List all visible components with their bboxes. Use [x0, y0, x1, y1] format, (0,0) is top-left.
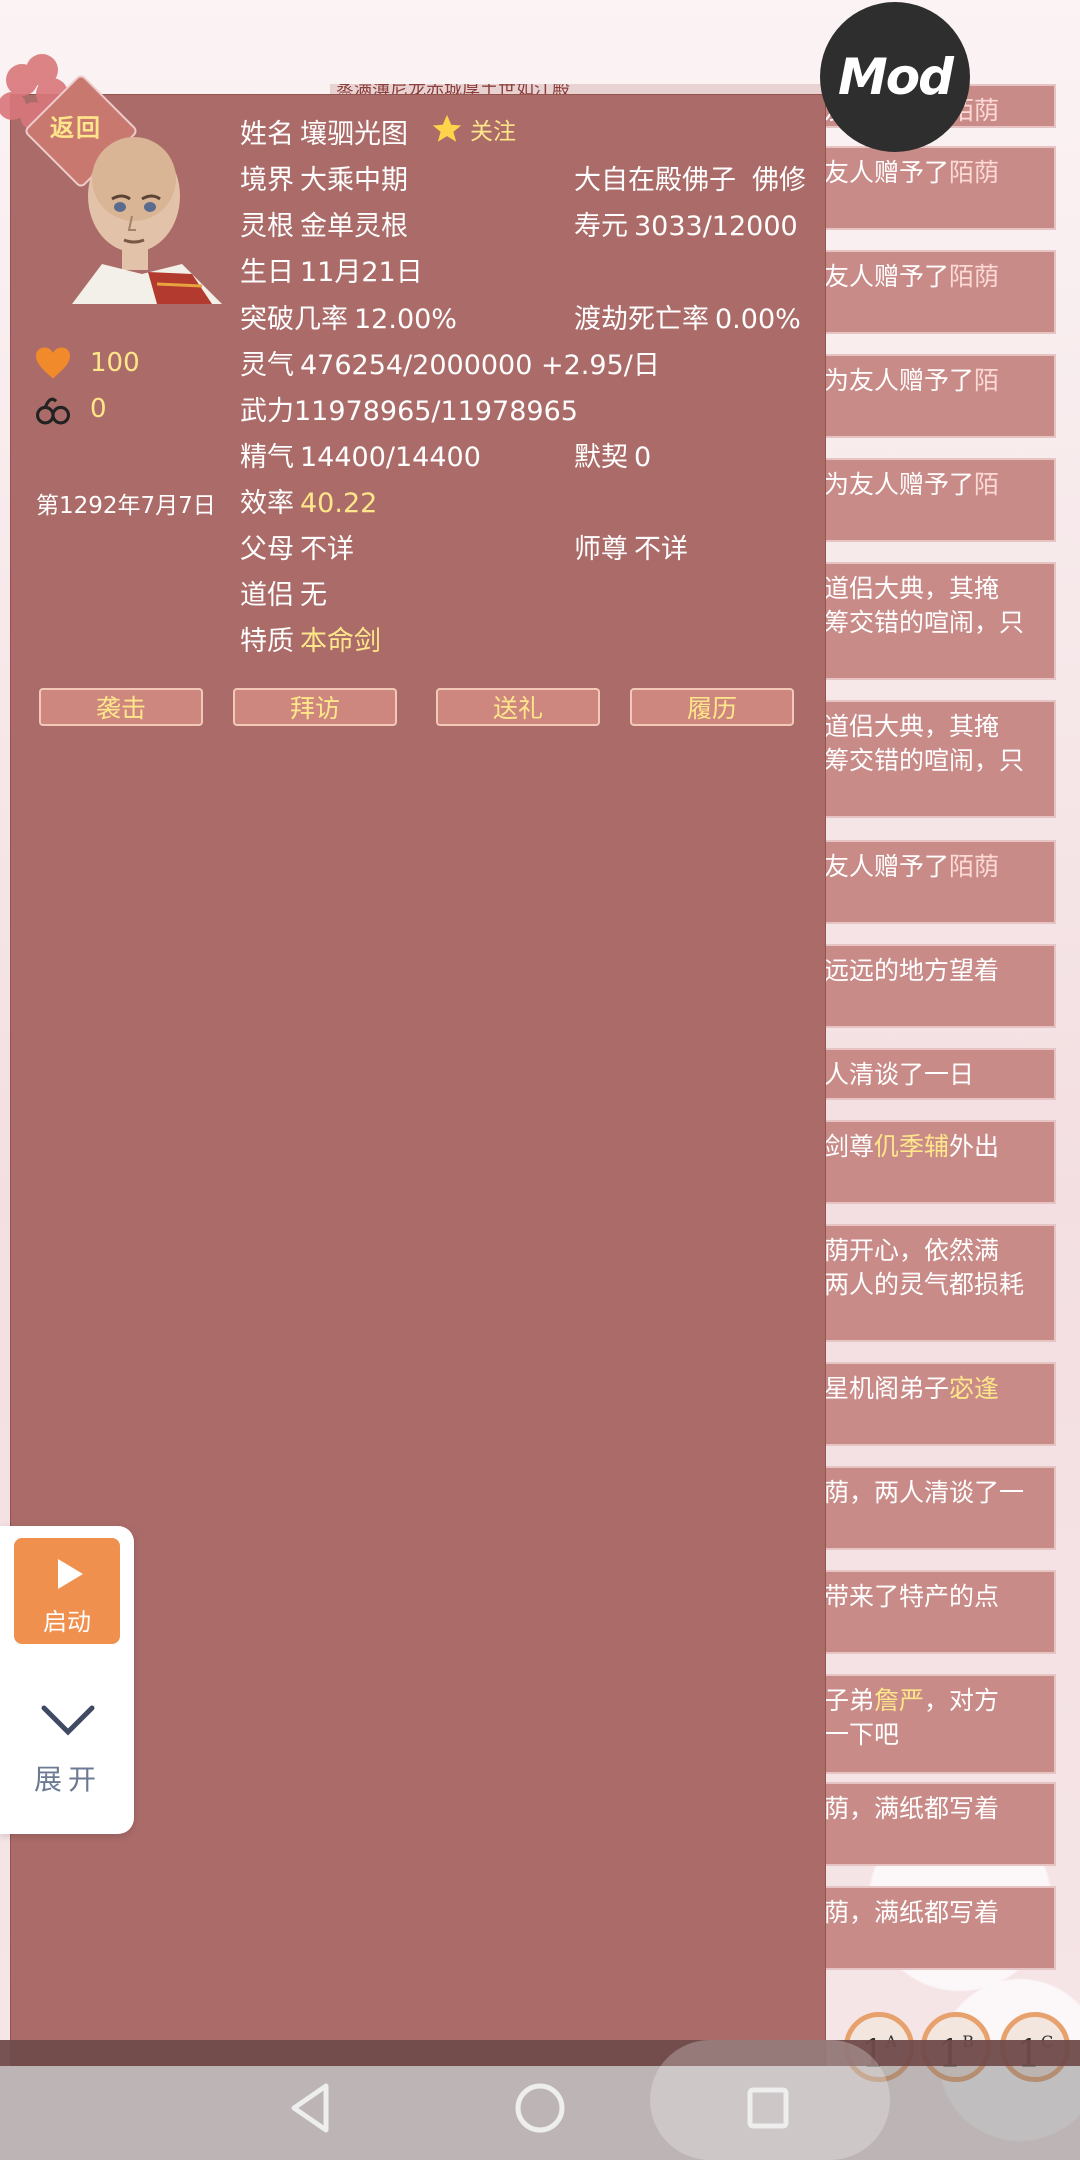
game-date: 第1292年7月7日: [36, 493, 216, 519]
essence-row: 精气 14400/14400: [240, 442, 481, 473]
trait-row: 特质 本命剑: [240, 626, 381, 657]
realm-row: 境界 大乘中期: [240, 165, 408, 196]
lifespan-row: 寿元 3033/12000: [574, 211, 798, 242]
start-button[interactable]: 启动: [14, 1538, 120, 1644]
log-item[interactable]: 剑尊仉季辅外出: [800, 1120, 1056, 1204]
log-item[interactable]: 为友人赠予了陌: [800, 354, 1056, 438]
follow-button[interactable]: 关注: [430, 112, 516, 146]
parents-row: 父母 不详: [240, 534, 354, 565]
partner-row: 道侣无: [240, 580, 327, 611]
log-item[interactable]: 人清谈了一日: [800, 1048, 1056, 1100]
log-item[interactable]: 为友人赠予了陌: [800, 458, 1056, 542]
log-item[interactable]: 道侣大典，其掩 筹交错的喧闹，只: [800, 562, 1056, 680]
log-item[interactable]: 友人赠予了陌荫: [800, 146, 1056, 230]
sect-row: 大自在殿佛子 佛修: [574, 165, 806, 196]
back-nav-icon[interactable]: [270, 2068, 350, 2148]
mod-badge[interactable]: Mod: [820, 2, 970, 152]
bond-row: 默契 0: [574, 442, 652, 473]
recents-nav-icon[interactable]: [728, 2068, 808, 2148]
log-item[interactable]: 星机阁弟子宓逢: [800, 1362, 1056, 1446]
master-row: 师尊 不详: [574, 534, 688, 565]
root-row: 灵根 金单灵根: [240, 211, 408, 242]
star-icon: [432, 114, 462, 142]
favor-stat: 100: [34, 346, 140, 380]
history-button[interactable]: 履历: [630, 688, 794, 726]
play-icon: [58, 1559, 83, 1589]
log-item[interactable]: 荫，满纸都写着: [800, 1782, 1056, 1866]
log-item[interactable]: 远远的地方望着: [800, 944, 1056, 1028]
log-item[interactable]: 道侣大典，其掩 筹交错的喧闹，只: [800, 700, 1056, 818]
home-nav-icon[interactable]: [500, 2068, 580, 2148]
log-item[interactable]: 友人赠予了陌荫: [800, 840, 1056, 924]
birthday-row: 生日 11月21日: [240, 257, 423, 288]
shackles-stat: 0: [34, 392, 107, 426]
log-item[interactable]: 荫，两人清谈了一: [800, 1466, 1056, 1550]
efficiency-row: 效率 40.22: [240, 488, 378, 519]
log-item[interactable]: 荫开心，依然满 两人的灵气都损耗: [800, 1224, 1056, 1342]
avatar: [72, 137, 222, 304]
name-row: 姓名 壤驷光图: [240, 119, 408, 150]
chevron-down-icon[interactable]: [40, 1702, 96, 1738]
force-row: 武力11978965/11978965: [240, 396, 578, 427]
attack-button[interactable]: 袭击: [39, 688, 203, 726]
heart-icon: [36, 347, 70, 379]
log-item[interactable]: 子弟詹严，对方 一下吧: [800, 1674, 1056, 1774]
expand-label[interactable]: 展开: [34, 1758, 102, 1798]
panel-bottom-band: [0, 2040, 1080, 2066]
gift-button[interactable]: 送礼: [436, 688, 600, 726]
log-item[interactable]: 荫，满纸都写着: [800, 1886, 1056, 1970]
log-item[interactable]: 友人赠予了陌荫: [800, 250, 1056, 334]
tribulation-row: 渡劫死亡率 0.00%: [574, 304, 801, 335]
handcuffs-icon: [36, 397, 70, 425]
qi-row: 灵气 476254/2000000 +2.95/日: [240, 350, 660, 381]
log-item[interactable]: 带来了特产的点: [800, 1570, 1056, 1654]
visit-button[interactable]: 拜访: [233, 688, 397, 726]
breakthrough-row: 突破几率 12.00%: [240, 304, 457, 335]
